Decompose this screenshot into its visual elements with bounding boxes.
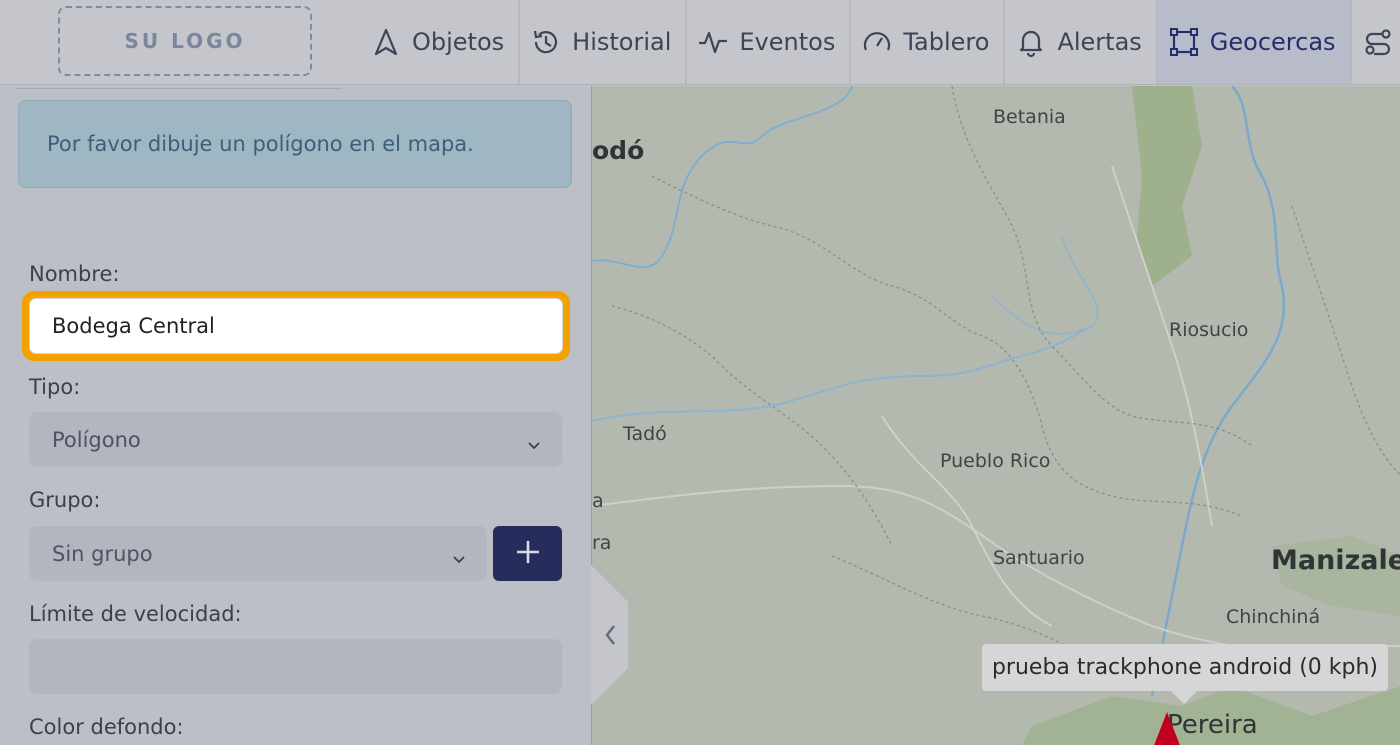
info-alert-text: Por favor dibuje un polígono en el mapa.: [47, 132, 474, 156]
map-label-tado: Tadó: [623, 423, 667, 445]
nav-label: Objetos: [412, 28, 505, 56]
plus-icon: [515, 539, 541, 569]
name-label: Nombre:: [29, 262, 120, 286]
map-label-betania: Betania: [993, 106, 1066, 128]
background-color-label: Color defondo:: [29, 715, 184, 739]
map-label-pueblo-rico: Pueblo Rico: [940, 450, 1051, 472]
speed-limit-input[interactable]: [29, 639, 562, 694]
nav-item-rutas[interactable]: R: [1352, 0, 1400, 84]
navigation-arrow-icon: [370, 26, 402, 58]
device-tooltip-text: prueba trackphone android (0 kph): [991, 655, 1379, 680]
group-select[interactable]: Sin grupo: [29, 526, 487, 581]
map-label-partial-ra: ra: [592, 532, 612, 554]
nav-label: Eventos: [739, 28, 836, 56]
history-icon: [530, 26, 562, 58]
map-label-chinchina: Chinchiná: [1226, 606, 1321, 628]
bell-icon: [1015, 26, 1047, 58]
logo-text: SU LOGO: [124, 29, 246, 53]
nav-label: Geocercas: [1209, 28, 1336, 56]
map-label-partial-a: a: [592, 490, 604, 512]
group-select-value: Sin grupo: [52, 541, 153, 566]
map-label-quibdo: odó: [592, 136, 645, 165]
type-label: Tipo:: [29, 375, 81, 399]
map-label-riosucio: Riosucio: [1169, 319, 1249, 341]
nav-item-historial[interactable]: Historial: [520, 0, 688, 84]
device-marker-icon[interactable]: [1153, 712, 1181, 745]
geofence-icon: [1168, 26, 1200, 58]
nav-item-tablero[interactable]: Tablero: [851, 0, 1006, 84]
add-group-button[interactable]: [493, 526, 562, 581]
main-nav: Objetos Historial Eventos Tablero Alerta…: [360, 0, 1400, 84]
group-label: Grupo:: [29, 488, 101, 512]
collapse-sidebar-button[interactable]: [591, 565, 628, 705]
type-select-value: Polígono: [52, 427, 141, 452]
tooltip-arrow: [1170, 690, 1198, 704]
name-input-focus-ring: Bodega Central: [22, 291, 570, 361]
nav-item-geocercas[interactable]: Geocercas: [1157, 0, 1352, 84]
speed-limit-label: Límite de velocidad:: [29, 602, 242, 626]
logo[interactable]: SU LOGO: [58, 6, 312, 76]
type-select[interactable]: Polígono: [29, 412, 562, 467]
nav-label: Tablero: [903, 28, 990, 56]
nav-item-objetos[interactable]: Objetos: [360, 0, 521, 84]
info-alert: Por favor dibuje un polígono en el mapa.: [18, 100, 572, 188]
divider: [16, 88, 342, 89]
map-label-manizales: Manizales: [1271, 545, 1400, 576]
map-label-santuario: Santuario: [993, 547, 1085, 569]
top-navbar: SU LOGO Objetos Historial Eventos Tabler…: [0, 0, 1400, 85]
gauge-icon: [861, 26, 893, 58]
chevron-down-icon: [453, 546, 465, 563]
chevron-down-icon: [528, 432, 540, 449]
name-input[interactable]: Bodega Central: [29, 298, 563, 354]
app-root: SU LOGO Objetos Historial Eventos Tabler…: [0, 0, 1400, 745]
nav-item-eventos[interactable]: Eventos: [687, 0, 852, 84]
device-tooltip: prueba trackphone android (0 kph): [982, 644, 1388, 691]
route-icon: [1362, 26, 1394, 58]
nav-item-alertas[interactable]: Alertas: [1005, 0, 1158, 84]
nav-label: Alertas: [1057, 28, 1142, 56]
nav-label: Historial: [572, 28, 672, 56]
activity-icon: [697, 26, 729, 58]
